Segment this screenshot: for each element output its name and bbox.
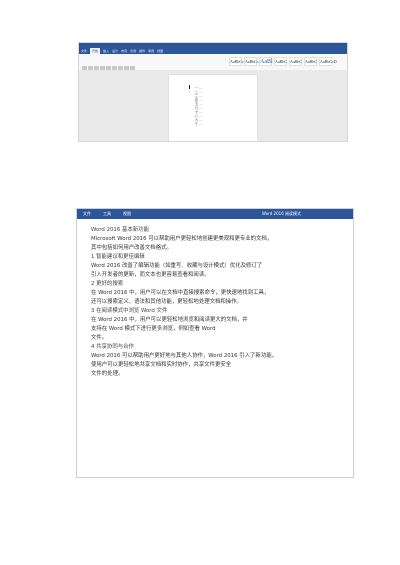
style-heading-1[interactable]: AaBl [259,57,273,66]
outline-list: 一 ... 二 ... 三 ... 四 ... 五 ... 六 ... 七 ..… [195,86,202,126]
doc-line: 其中包括如何用户改善文档格式。 [91,245,172,251]
document-area: 一 ... 二 ... 三 ... 四 ... 五 ... 六 ... 七 ..… [79,70,347,141]
style-emphasis[interactable]: AaBbCcD [319,57,337,66]
outline-item[interactable]: 十 ... [195,122,202,126]
ribbon: AaBbCcDd AaBbCcDd AaBl AaBbC AaBbC AaBbC… [79,54,347,89]
styles-gallery[interactable]: AaBbCcDd AaBbCcDd AaBl AaBbC AaBbC AaBbC… [229,57,337,66]
word-editor-screenshot: 文件 开始 插入 设计 布局 引用 邮件 审阅 视图 AaBbCcDd AaBb… [78,42,348,142]
style-normal[interactable]: AaBbCcDd [229,57,249,66]
doc-line: 还可以搜索定义、语法和其他功能，更轻松地处理文档和操作。 [91,299,242,305]
doc-line: Word 2016 基本新功能 [91,227,149,233]
window-title: Word 2016 阅读模式 [262,211,302,216]
document-text: Word 2016 基本新功能 Microsoft Word 2016 可以帮助… [91,226,346,379]
style-subtitle[interactable]: AaBbC [304,57,317,66]
word-read-mode-screenshot: 文件 工具 视图 Word 2016 阅读模式 Word 2016 基本新功能 … [76,208,354,478]
style-no-spacing[interactable]: AaBbCcDd [244,57,264,66]
doc-line: 使用户可以更轻松地共享文档和实时协作，共享文件更安全 [91,362,232,368]
text-cursor [189,85,190,89]
doc-line: 4 共享协同与合作 [91,344,134,350]
doc-line: 1 智能建议和更佳编辑 [91,254,145,260]
doc-line: 在 Word 2016 中，用户可以在文档中直接搜索命令，更快速地找到工具， [91,290,270,296]
doc-line: Microsoft Word 2016 可以帮助用户更轻松地创建更美观和更专业的… [91,236,273,242]
doc-line: 支持在 Word 模式下进行更多浏览，例如查看 Word [91,326,216,332]
doc-line: 文件的处理。 [91,371,124,377]
document-page[interactable]: 一 ... 二 ... 三 ... 四 ... 五 ... 六 ... 七 ..… [169,75,257,141]
doc-line: Word 2016 改善了编辑功能（如重写、收藏与设计模式）优化及修订了 [91,263,263,269]
read-mode-toolbar: 文件 工具 视图 Word 2016 阅读模式 [77,209,353,219]
menu-view[interactable]: 视图 [123,211,131,217]
doc-line: Word 2016 可以帮助用户更好地与其他人协作，Word 2016 引入了新… [91,353,277,359]
font-controls[interactable] [82,56,142,89]
menu-tools[interactable]: 工具 [103,211,111,217]
doc-line: 3 在阅读模式中浏览 Word 文件 [91,308,168,314]
doc-line: 文件。 [91,335,108,341]
doc-line: 2 更好的搜索 [91,281,124,287]
doc-line: 在 Word 2016 中，用户可以更轻松地浏览和阅读更大的文档，并 [91,317,248,323]
menu-file[interactable]: 文件 [83,211,91,217]
style-heading-2[interactable]: AaBbC [274,57,287,66]
doc-line: 引入开发者的更新，而文本也更容易查看和阅读。 [91,272,210,278]
style-title[interactable]: AaBbC [289,57,302,66]
